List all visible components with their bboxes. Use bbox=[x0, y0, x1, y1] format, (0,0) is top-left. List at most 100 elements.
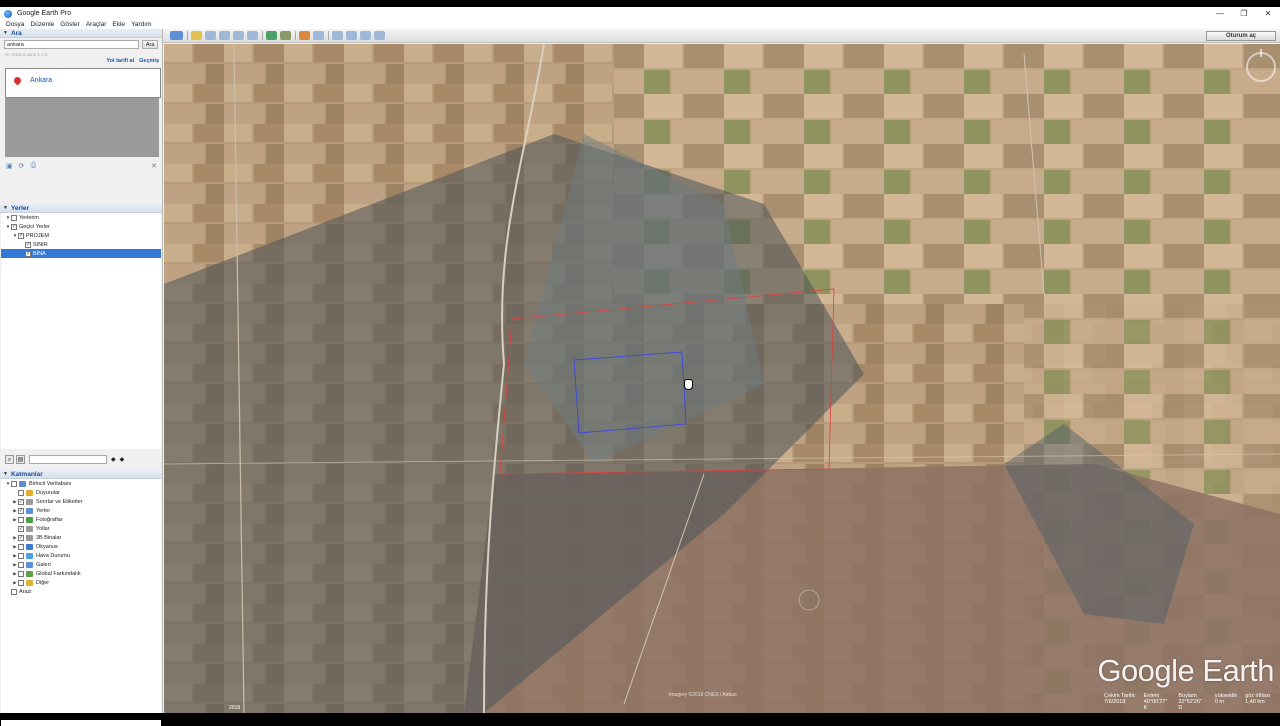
print-icon[interactable]: ⎙ bbox=[31, 162, 37, 170]
layers-tree-item[interactable]: ▼ Birincil Veritabanı bbox=[1, 479, 161, 488]
tour-icon[interactable] bbox=[247, 31, 258, 40]
layers-tree-item[interactable]: ▶ ✓ Yerler bbox=[1, 506, 161, 515]
ruler-icon[interactable] bbox=[313, 31, 324, 40]
visibility-checkbox[interactable]: ✓ bbox=[25, 241, 31, 248]
layers-tree-item[interactable]: ▶ ✓ Sınırlar ve Etiketler bbox=[1, 497, 161, 506]
minimize-button[interactable]: — bbox=[1208, 7, 1232, 20]
google-earth-watermark: Google Earth bbox=[1097, 653, 1274, 688]
email-icon[interactable] bbox=[332, 31, 343, 40]
search-button[interactable]: Ara bbox=[142, 40, 158, 49]
result-name[interactable]: Ankara bbox=[30, 77, 52, 84]
planet-icon[interactable] bbox=[299, 31, 310, 40]
directions-link[interactable]: Yol tarifi al bbox=[106, 58, 134, 64]
menu-tools[interactable]: Araçlar bbox=[86, 21, 107, 28]
path-icon[interactable] bbox=[219, 31, 230, 40]
layers-tree-item[interactable]: ▶ Galeri bbox=[1, 560, 161, 569]
layers-tree-item[interactable]: ▶ ✓ 3B Binalar bbox=[1, 533, 161, 542]
image-overlay-icon[interactable] bbox=[233, 31, 244, 40]
satellite-imagery[interactable] bbox=[164, 44, 1280, 713]
places-tree-item[interactable]: ✓ BİNA bbox=[1, 249, 161, 258]
visibility-checkbox[interactable] bbox=[11, 588, 17, 595]
collapse-icon: ▼ bbox=[3, 471, 8, 477]
imagery-year[interactable]: 2018 bbox=[229, 705, 240, 711]
visibility-checkbox[interactable] bbox=[18, 579, 24, 586]
folder-icon[interactable]: ▣ bbox=[6, 162, 13, 170]
layers-tree-item[interactable]: ▶ Hava Durumu bbox=[1, 551, 161, 560]
search-icon[interactable]: ⌕ bbox=[5, 454, 14, 464]
places-nav-bar: ⌕ ▤ ◆ ◆ bbox=[0, 452, 162, 466]
historical-imagery-icon[interactable] bbox=[266, 31, 277, 40]
layers-tree-item[interactable]: Duyurular bbox=[1, 488, 161, 497]
menu-file[interactable]: Dosya bbox=[6, 21, 24, 28]
places-panel-header[interactable]: ▼ Yerler bbox=[0, 204, 162, 213]
places-tree-item[interactable]: ▼ ✓ Geçici Yerler bbox=[1, 222, 161, 231]
move-down-icon[interactable]: ◆ bbox=[120, 456, 125, 463]
collapse-icon: ▼ bbox=[3, 205, 8, 211]
polygon-icon[interactable] bbox=[205, 31, 216, 40]
tree-item-label: Galeri bbox=[36, 561, 51, 568]
visibility-checkbox[interactable]: ✓ bbox=[18, 525, 24, 532]
layer-type-icon bbox=[26, 561, 33, 568]
visibility-checkbox[interactable]: ✓ bbox=[18, 498, 24, 505]
visibility-checkbox[interactable]: ✓ bbox=[18, 232, 24, 239]
copy-icon[interactable]: ⟳ bbox=[19, 162, 25, 170]
visibility-checkbox[interactable]: ✓ bbox=[18, 534, 24, 541]
places-filter-input[interactable] bbox=[29, 454, 107, 464]
visibility-checkbox[interactable] bbox=[18, 561, 24, 568]
placemark-pin-icon bbox=[12, 75, 23, 86]
clear-search-icon[interactable]: ✕ bbox=[151, 162, 157, 170]
visibility-checkbox[interactable] bbox=[18, 516, 24, 523]
visibility-checkbox[interactable]: ✓ bbox=[18, 507, 24, 514]
places-tree-item[interactable]: ▼ Yerlerim bbox=[1, 213, 161, 222]
visibility-checkbox[interactable]: ✓ bbox=[25, 250, 31, 257]
layers-tree-item[interactable]: ✓ Yollar bbox=[1, 524, 161, 533]
search-result-item[interactable]: Ankara bbox=[5, 68, 161, 98]
tree-item-label: PROJEM bbox=[26, 232, 49, 239]
tree-item-label: 3B Binalar bbox=[36, 534, 62, 541]
layers-tree-item[interactable]: ▶ Okyanus bbox=[1, 542, 161, 551]
layers-tree-item[interactable]: Arazi bbox=[1, 587, 161, 596]
tree-item-label: Diğer bbox=[36, 579, 50, 586]
close-button[interactable]: ✕ bbox=[1256, 7, 1280, 20]
google-maps-icon[interactable] bbox=[374, 31, 385, 40]
places-panel-title: Yerler bbox=[10, 204, 30, 212]
menu-help[interactable]: Yardım bbox=[131, 21, 151, 28]
placemark-icon[interactable] bbox=[191, 31, 202, 40]
menu-add[interactable]: Ekle bbox=[112, 21, 125, 28]
menu-view[interactable]: Göster bbox=[60, 21, 80, 28]
sidebar-toggle-icon[interactable] bbox=[170, 31, 183, 40]
layers-tree-item[interactable]: ▶ Fotoğraflar bbox=[1, 515, 161, 524]
layer-type-icon bbox=[26, 507, 33, 514]
elevation-readout: yükseklik 0 m bbox=[1214, 693, 1238, 705]
visibility-checkbox[interactable] bbox=[18, 543, 24, 550]
visibility-checkbox[interactable] bbox=[18, 489, 24, 496]
move-up-icon[interactable]: ◆ bbox=[111, 456, 116, 463]
history-link[interactable]: Geçmiş bbox=[139, 58, 159, 64]
sign-in-button[interactable]: Oturum aç bbox=[1206, 31, 1276, 41]
sunlight-icon[interactable] bbox=[280, 31, 291, 40]
panel-toggle-icon[interactable]: ▤ bbox=[16, 454, 25, 464]
visibility-checkbox[interactable]: ✓ bbox=[11, 223, 17, 230]
layers-panel-header[interactable]: ▼ Katmanlar bbox=[0, 470, 162, 479]
latitude-readout: Enlem 40°00'27" K bbox=[1143, 693, 1168, 711]
visibility-checkbox[interactable] bbox=[11, 214, 17, 221]
search-input[interactable] bbox=[4, 40, 140, 49]
visibility-checkbox[interactable] bbox=[18, 570, 24, 577]
search-panel-header[interactable]: ▼ Ara bbox=[0, 29, 162, 38]
print-icon[interactable] bbox=[346, 31, 357, 40]
places-tree-item[interactable]: ▼ ✓ PROJEM bbox=[1, 231, 161, 240]
search-tools: ▣ ⟳ ⎙ ✕ bbox=[0, 161, 162, 171]
sidebar: ▼ Ara Ara ör. Ankara sana 1,4 b Yol tari… bbox=[0, 29, 163, 726]
save-image-icon[interactable] bbox=[360, 31, 371, 40]
map-view[interactable]: Google Earth Imagery ©2018 CNES / Airbus… bbox=[164, 44, 1280, 713]
places-tree-item[interactable]: ✓ SINIR bbox=[1, 240, 161, 249]
visibility-checkbox[interactable] bbox=[11, 480, 17, 487]
title-bar: Google Earth Pro — ❐ ✕ bbox=[0, 7, 1280, 20]
tree-item-label: Sınırlar ve Etiketler bbox=[36, 498, 83, 505]
visibility-checkbox[interactable] bbox=[18, 552, 24, 559]
layers-tree-item[interactable]: ▶ Diğer bbox=[1, 578, 161, 587]
compass-navigation-icon[interactable] bbox=[1246, 49, 1276, 82]
menu-edit[interactable]: Düzenle bbox=[30, 21, 54, 28]
maximize-button[interactable]: ❐ bbox=[1232, 7, 1256, 20]
layers-tree-item[interactable]: ▶ Global Farkındalık bbox=[1, 569, 161, 578]
